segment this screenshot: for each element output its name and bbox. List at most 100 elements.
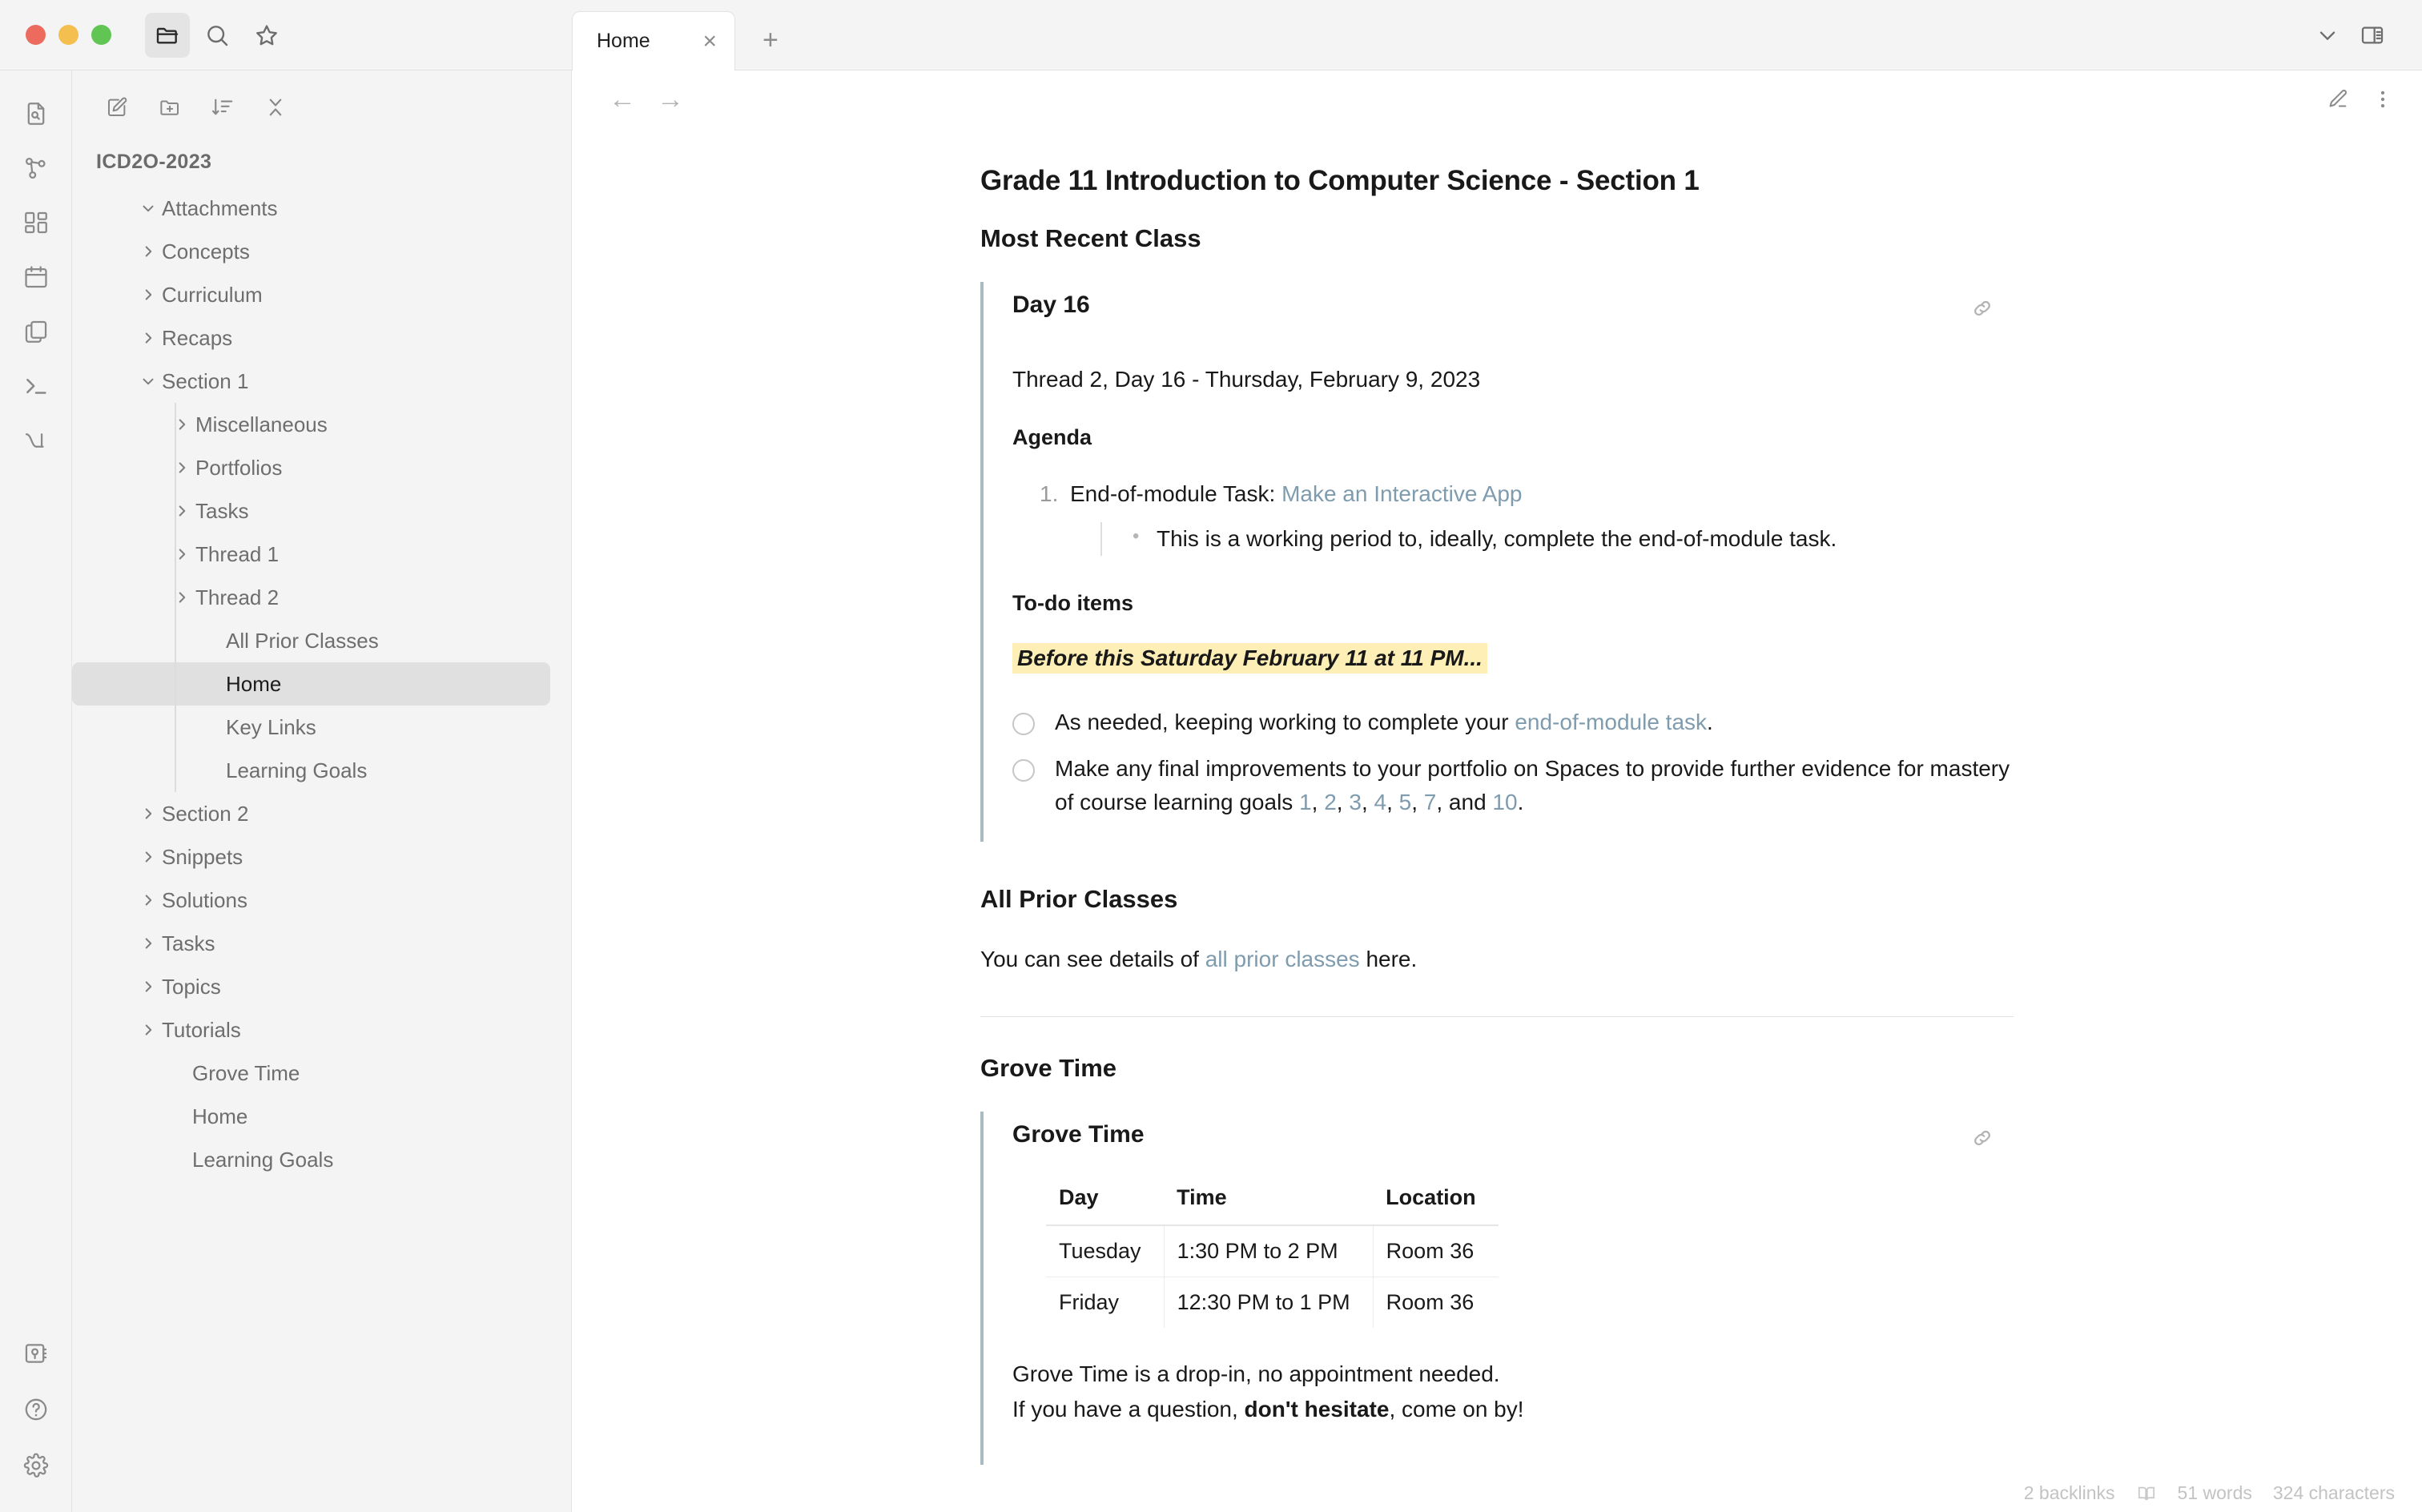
minimize-window-button[interactable] [58, 25, 78, 45]
close-icon[interactable]: × [702, 29, 717, 54]
sidebar-item-thread-1[interactable]: Thread 1 [72, 533, 550, 576]
nav-arrow-group: ← → [609, 84, 684, 115]
list-item: This is a working period to, ideally, co… [1129, 522, 2014, 556]
sidebar-item-tasks[interactable]: Tasks [72, 489, 550, 533]
todo-text: As needed, keeping working to complete y… [1055, 706, 1713, 739]
link-learning-goal-10[interactable]: 10 [1492, 790, 1517, 814]
search-icon[interactable] [195, 13, 239, 58]
link-learning-goal-4[interactable]: 4 [1374, 790, 1387, 814]
back-button[interactable]: ← [609, 84, 636, 115]
app-window: Home × + ICD2O-2023 Attachments Concepts… [0, 0, 2422, 1512]
link-icon[interactable] [1970, 1126, 1994, 1150]
terminal-icon[interactable] [10, 360, 62, 412]
link-make-an-interactive-app[interactable]: Make an Interactive App [1281, 481, 1522, 506]
todo-list: As needed, keeping working to complete y… [1012, 706, 2014, 819]
sidebar-item-label: Home [192, 1104, 248, 1128]
book-icon[interactable] [2136, 1483, 2157, 1504]
table-row: Tuesday 1:30 PM to 2 PM Room 36 [1046, 1224, 1499, 1277]
sidebar-item-tutorials[interactable]: Tutorials [72, 1008, 550, 1052]
embed-block-day16: Day 16 Thread 2, Day 16 - Thursday, Febr… [980, 282, 2014, 842]
help-icon[interactable] [10, 1384, 62, 1435]
sidebar-item-label: Thread 2 [195, 585, 280, 609]
table-cell: Room 36 [1373, 1224, 1499, 1277]
agenda-list: 1. End-of-module Task: Make an Interactiv… [1040, 477, 2014, 556]
todo-heading: To-do items [1012, 590, 1133, 615]
sidebar-item-all-prior-classes[interactable]: All Prior Classes [72, 619, 550, 662]
tab-label: Home [597, 30, 650, 52]
new-folder-icon[interactable] [149, 86, 191, 128]
sidebar-item-section-2[interactable]: Section 2 [72, 792, 550, 835]
new-tab-button[interactable]: + [762, 25, 778, 56]
link-learning-goal-3[interactable]: 3 [1349, 790, 1362, 814]
link-learning-goal-2[interactable]: 2 [1324, 790, 1337, 814]
sort-icon[interactable] [202, 86, 243, 128]
todo-text: Make any final improvements to your port… [1055, 752, 2014, 819]
link-learning-goal-1[interactable]: 1 [1299, 790, 1312, 814]
sidebar-item-label: Home [226, 671, 282, 696]
sidebar-item-curriculum[interactable]: Curriculum [72, 273, 550, 316]
section-heading-most-recent-class: Most Recent Class [980, 224, 1201, 252]
link-icon[interactable] [1970, 296, 1994, 320]
link-learning-goal-7[interactable]: 7 [1424, 790, 1437, 814]
sidebar-item-key-links[interactable]: Key Links [72, 706, 550, 749]
chevron-right-icon [168, 545, 195, 563]
chevron-right-icon [135, 286, 162, 304]
sidebar-item-concepts[interactable]: Concepts [72, 230, 550, 273]
files-icon[interactable] [10, 306, 62, 357]
vault-icon[interactable] [10, 1328, 62, 1379]
right-sidebar-icon[interactable] [2350, 13, 2395, 58]
backlinks-count[interactable]: 2 backlinks [2024, 1482, 2115, 1504]
sidebar-item-portfolios[interactable]: Portfolios [72, 446, 550, 489]
kanban-icon[interactable] [10, 197, 62, 248]
sidebar-item-home[interactable]: Home [72, 1095, 550, 1138]
sidebar-item-tasks[interactable]: Tasks [72, 922, 550, 965]
link-end-of-module-task[interactable]: end-of-module task [1515, 710, 1707, 734]
chevron-right-icon [168, 589, 195, 606]
pencil-icon[interactable] [2326, 87, 2350, 111]
link-learning-goal-5[interactable]: 5 [1399, 790, 1412, 814]
sidebar-item-section-1[interactable]: Section 1 [72, 360, 550, 403]
sidebar-item-learning-goals[interactable]: Learning Goals [72, 1138, 550, 1181]
forward-button[interactable]: → [657, 84, 684, 115]
sidebar-item-thread-2[interactable]: Thread 2 [72, 576, 550, 619]
checkbox[interactable] [1012, 758, 1035, 782]
sidebar-item-grove-time[interactable]: Grove Time [72, 1052, 550, 1095]
character-count: 324 characters [2272, 1482, 2395, 1503]
zoom-window-button[interactable] [91, 25, 111, 45]
more-vertical-icon[interactable] [2371, 87, 2395, 111]
document-scroll-area[interactable]: Grade 11 Introduction to Computer Scienc… [572, 128, 2422, 1512]
grove-note-line1: Grove Time is a drop-in, no appointment … [1012, 1361, 1500, 1386]
graph-icon[interactable] [10, 143, 62, 194]
sidebar-item-recaps[interactable]: Recaps [72, 316, 550, 360]
file-search-icon[interactable] [10, 88, 62, 139]
star-icon[interactable] [244, 13, 289, 58]
list-item: Make any final improvements to your port… [1012, 752, 2014, 819]
collapse-icon[interactable] [255, 86, 296, 128]
table-row: Friday 12:30 PM to 1 PM Room 36 [1046, 1277, 1499, 1328]
tab-home[interactable]: Home × [572, 11, 735, 70]
sidebar-item-miscellaneous[interactable]: Miscellaneous [72, 403, 550, 446]
sidebar-item-solutions[interactable]: Solutions [72, 879, 550, 922]
sidebar-item-snippets[interactable]: Snippets [72, 835, 550, 879]
sidebar-item-label: Topics [162, 974, 221, 999]
folder-icon[interactable] [145, 12, 190, 58]
table-cell: Room 36 [1386, 1289, 1475, 1314]
checkbox[interactable] [1012, 712, 1035, 735]
sidebar-item-label: Recaps [162, 325, 233, 350]
calendar-icon[interactable] [10, 251, 62, 303]
sidebar-item-home[interactable]: Home [72, 662, 550, 706]
sidebar-item-topics[interactable]: Topics [72, 965, 550, 1008]
close-window-button[interactable] [26, 25, 46, 45]
note-after: , come on by! [1389, 1397, 1524, 1422]
agenda-sublist: This is a working period to, ideally, co… [1100, 521, 2014, 556]
traffic-light-buttons [0, 25, 111, 45]
branch-icon[interactable] [10, 415, 62, 466]
sidebar-item-label: Learning Goals [192, 1147, 334, 1172]
chevron-down-icon[interactable] [2305, 13, 2350, 58]
sidebar-item-attachments[interactable]: Attachments [72, 187, 550, 230]
new-note-icon[interactable] [96, 86, 138, 128]
sidebar-item-label: Grove Time [192, 1060, 300, 1085]
sidebar-item-learning-goals[interactable]: Learning Goals [72, 749, 550, 792]
link-all-prior-classes[interactable]: all prior classes [1205, 947, 1360, 971]
settings-icon[interactable] [10, 1440, 62, 1491]
